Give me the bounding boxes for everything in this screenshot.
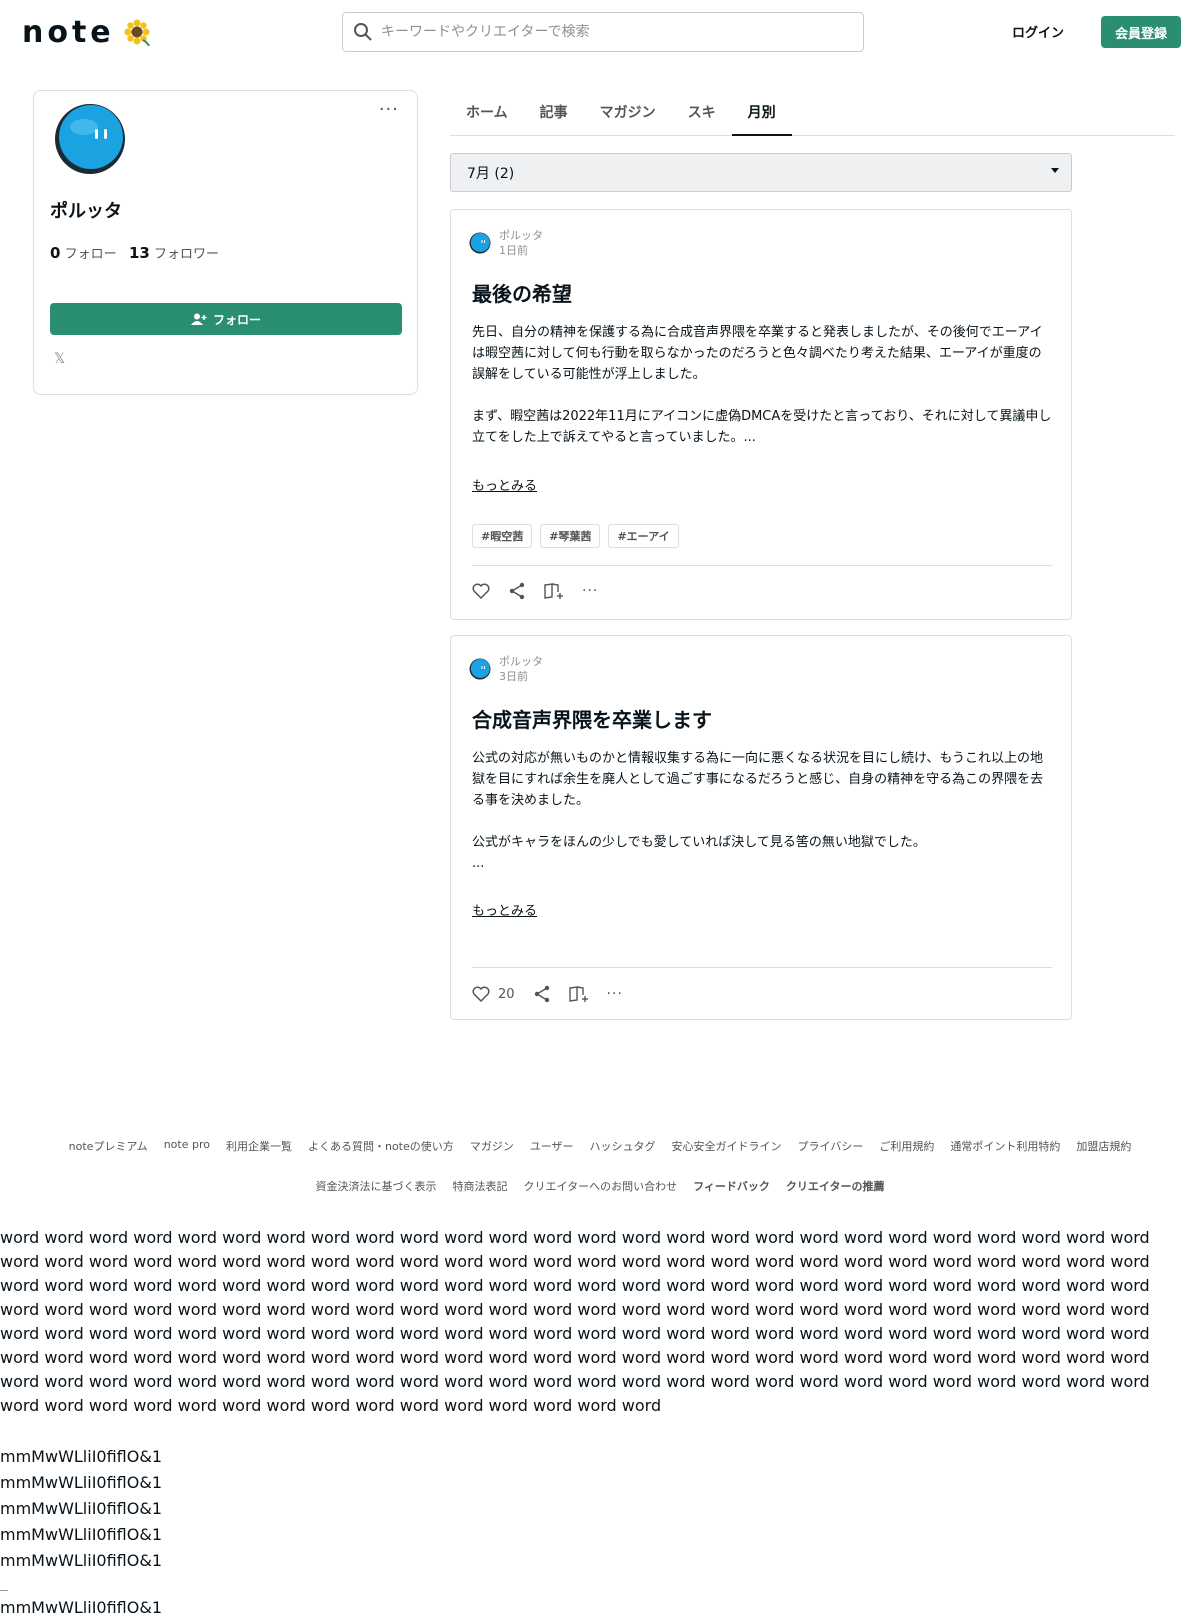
post-time: 1日前 (499, 244, 528, 257)
hashtag[interactable]: #エーアイ (608, 524, 679, 548)
like-group[interactable]: 20 (472, 986, 515, 1002)
more-options-icon[interactable]: ··· (582, 583, 598, 599)
search-box[interactable] (342, 12, 864, 52)
following-count[interactable]: 0 (50, 244, 60, 262)
login-link[interactable]: ログイン (1012, 22, 1064, 41)
footer-link[interactable]: 加盟店規約 (1076, 1138, 1131, 1154)
footer-link[interactable]: 安心安全ガイドライン (672, 1138, 782, 1154)
add-to-magazine-icon[interactable] (544, 582, 564, 600)
footer-link[interactable]: マガジン (470, 1138, 514, 1154)
signup-button[interactable]: 会員登録 (1101, 16, 1181, 48)
article-actions: 20 ··· (472, 985, 623, 1003)
heart-icon[interactable] (472, 986, 490, 1002)
glyph-test-line: mmMwWLliI0fiflO&1 (0, 1598, 162, 1617)
tab-monthly[interactable]: 月別 (731, 92, 792, 136)
article-title[interactable]: 合成音声界隈を卒業します (472, 704, 712, 733)
footer-link[interactable]: 資金決済法に基づく表示 (316, 1178, 437, 1194)
footer-link[interactable]: 特商法表記 (453, 1178, 508, 1194)
card-divider (472, 565, 1052, 566)
tab-likes[interactable]: スキ (672, 92, 732, 136)
read-more-link[interactable]: もっとみる (472, 900, 537, 919)
article-excerpt: 公式の対応が無いものかと情報収集する為に一向に悪くなる状況を目にし続け、もうこれ… (472, 748, 1052, 895)
glyph-test-line: mmMwWLliI0fiflO&1 (0, 1525, 162, 1544)
glyph-test-line: mmMwWLliI0fiflO&1 (0, 1551, 162, 1570)
glyph-test-line: mmMwWLliI0fiflO&1 (0, 1499, 162, 1518)
footer-link[interactable]: ユーザー (530, 1138, 574, 1154)
x-icon[interactable]: 𝕏 (54, 351, 65, 367)
divider (0, 1590, 8, 1591)
more-options-icon[interactable]: ··· (607, 986, 623, 1002)
search-input[interactable] (381, 24, 841, 40)
site-header: note ログイン 会員登録 (0, 0, 1200, 66)
share-icon[interactable] (508, 582, 526, 600)
card-divider (472, 967, 1052, 968)
tab-articles[interactable]: 記事 (524, 92, 584, 136)
hashtag[interactable]: #琴葉茜 (540, 524, 601, 548)
add-to-magazine-icon[interactable] (568, 985, 589, 1003)
footer-link[interactable]: 通常ポイント利用特約 (950, 1138, 1060, 1154)
footer-link[interactable]: クリエイターへのお問い合わせ (524, 1178, 678, 1194)
tab-magazine[interactable]: マガジン (584, 92, 672, 136)
post-time: 3日前 (499, 670, 528, 683)
share-icon[interactable] (533, 985, 551, 1003)
following-label[interactable]: フォロー (65, 247, 117, 262)
footer-link[interactable]: ご利用規約 (879, 1138, 934, 1154)
article-card[interactable]: ポルッタ 3日前 合成音声界隈を卒業します 公式の対応が無いものかと情報収集する… (450, 635, 1072, 1020)
follow-button[interactable]: フォロー (50, 303, 402, 335)
month-select-value: 7月 (2) (467, 165, 515, 182)
logo-text: note (22, 14, 115, 50)
creator-recommend-link[interactable]: クリエイターの推薦 (786, 1178, 885, 1194)
footer-link[interactable]: 利用企業一覧 (226, 1138, 292, 1154)
excerpt-paragraph: 公式の対応が無いものかと情報収集する為に一向に悪くなる状況を目にし続け、もうこれ… (472, 751, 1044, 808)
excerpt-paragraph: 先日、自分の精神を保護する為に合成音声界隈を卒業すると発表しましたが、その後何で… (472, 325, 1043, 382)
search-icon (354, 23, 372, 41)
author-name: ポルッタ (499, 655, 543, 668)
article-card[interactable]: ポルッタ 1日前 最後の希望 先日、自分の精神を保護する為に合成音声界隈を卒業す… (450, 209, 1072, 620)
hashtag[interactable]: #暇空茜 (472, 524, 533, 548)
sunflower-icon (124, 19, 150, 46)
footer-link[interactable]: プライバシー (798, 1138, 864, 1154)
month-select[interactable]: 7月 (2) (450, 153, 1072, 192)
note-logo[interactable]: note (22, 14, 151, 50)
read-more-link[interactable]: もっとみる (472, 475, 537, 494)
tab-home[interactable]: ホーム (450, 92, 524, 136)
profile-card: ··· ポルッタ 0 フォロー 13 フォロワー フォロー 𝕏 (33, 90, 418, 395)
article-author[interactable]: ポルッタ 1日前 (469, 228, 543, 258)
chevron-down-icon (1051, 168, 1059, 173)
profile-tabs: ホーム 記事 マガジン スキ 月別 (450, 92, 1175, 136)
excerpt-paragraph: 公式がキャラをほんの少しでも愛していれば決して見る筈の無い地獄でした。 (472, 835, 926, 850)
avatar[interactable] (54, 103, 126, 175)
footer-links-row-2: 資金決済法に基づく表示 特商法表記 クリエイターへのお問い合わせ フィードバック… (0, 1178, 1200, 1194)
filler-word-block: word word word word word word word word … (0, 1228, 1150, 1415)
profile-menu-icon[interactable]: ··· (379, 99, 399, 120)
article-actions: ··· (472, 582, 598, 600)
excerpt-paragraph: まず、暇空茜は2022年11月にアイコンに虚偽DMCAを受けたと言っており、それ… (472, 409, 1052, 445)
footer-link[interactable]: noteプレミアム (69, 1138, 148, 1154)
profile-stats: 0 フォロー 13 フォロワー (50, 243, 219, 262)
follow-button-label: フォロー (212, 312, 261, 327)
glyph-test-line: mmMwWLliI0fiflO&1 (0, 1447, 162, 1466)
like-count[interactable]: 20 (498, 987, 515, 1002)
heart-icon[interactable] (472, 583, 490, 599)
author-avatar (469, 232, 491, 254)
hashtag-list: #暇空茜 #琴葉茜 #エーアイ (472, 524, 679, 548)
footer-link[interactable]: よくある質問・noteの使い方 (308, 1138, 454, 1154)
author-name: ポルッタ (499, 229, 543, 242)
followers-count[interactable]: 13 (129, 244, 150, 262)
footer-link[interactable]: ハッシュタグ (590, 1138, 656, 1154)
excerpt-ellipsis: ... (472, 856, 485, 871)
profile-name: ポルッタ (50, 201, 122, 222)
footer-link[interactable]: note pro (164, 1138, 210, 1154)
add-user-icon (190, 313, 207, 325)
followers-label[interactable]: フォロワー (154, 247, 219, 262)
author-avatar (469, 658, 491, 680)
article-excerpt: 先日、自分の精神を保護する為に合成音声界隈を卒業すると発表しましたが、その後何で… (472, 322, 1052, 469)
feedback-link[interactable]: フィードバック (693, 1178, 770, 1194)
footer-links-row-1: noteプレミアム note pro 利用企業一覧 よくある質問・noteの使い… (0, 1138, 1200, 1154)
article-title[interactable]: 最後の希望 (472, 278, 572, 307)
glyph-test-line: mmMwWLliI0fiflO&1 (0, 1473, 162, 1492)
glyph-test-lines: mmMwWLliI0fiflO&1 mmMwWLliI0fiflO&1 mmMw… (0, 1444, 162, 1574)
article-author[interactable]: ポルッタ 3日前 (469, 654, 543, 684)
